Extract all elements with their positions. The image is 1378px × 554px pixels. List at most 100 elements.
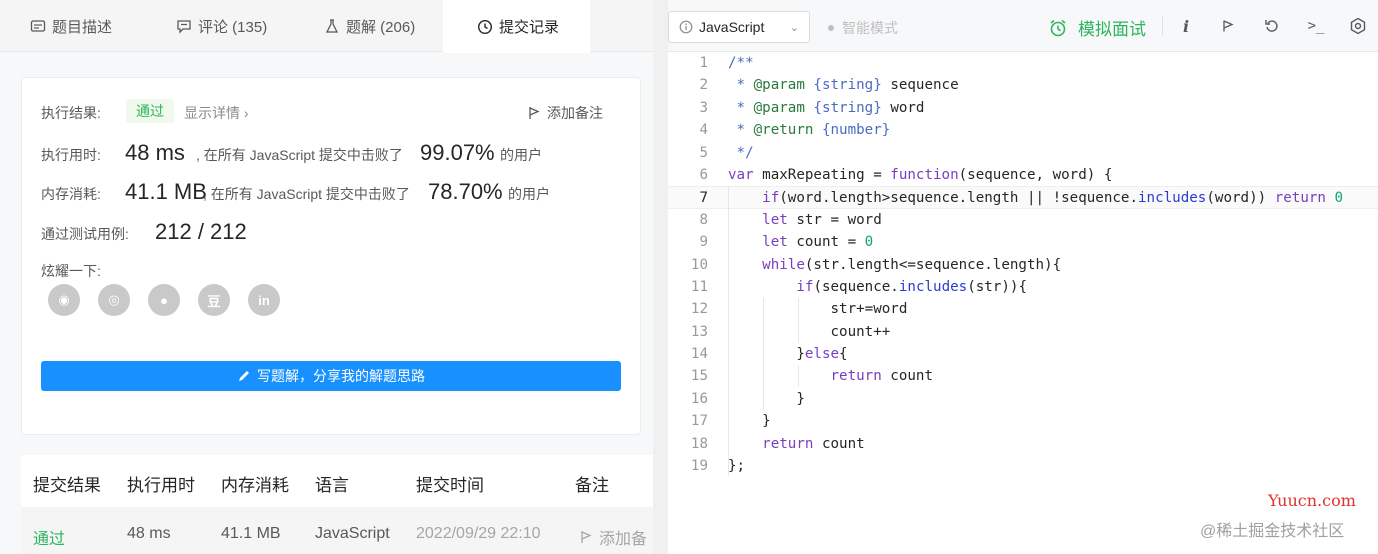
indent-guide — [798, 298, 799, 343]
tests-label: 通过测试用例: — [41, 226, 129, 242]
tab-bar: 题目描述 评论 (135) 题解 (206) 提交记录 — [0, 0, 653, 53]
show-details-link[interactable]: 显示详情 › — [184, 103, 249, 123]
code-line: 3 * @param {string} word — [668, 97, 1378, 119]
flag-icon — [581, 531, 592, 543]
linkedin-icon[interactable]: in — [248, 284, 280, 316]
status-badge: 通过 — [126, 99, 174, 123]
line-number: 16 — [690, 390, 708, 407]
code-line: 1 /** — [668, 52, 1378, 74]
line-number: 2 — [699, 77, 708, 94]
share-label: 炫耀一下: — [41, 263, 101, 279]
run-icon[interactable] — [1218, 16, 1238, 36]
row-time: 2022/09/29 22:10 — [416, 525, 541, 542]
tab-label: 题目描述 — [52, 18, 113, 36]
code-line: 19}; — [668, 455, 1378, 477]
code-text: * @param {string} sequence — [728, 77, 959, 94]
editor-panel: JavaScript ⌄ 智能模式 模拟面试 i >_ 1 /** 2 * @pa… — [668, 0, 1378, 554]
runtime-suffix: 的用户 — [500, 147, 542, 163]
code-line: 5 */ — [668, 142, 1378, 164]
code-text: } — [728, 413, 771, 430]
table-header: 备注 — [575, 476, 609, 495]
row-memory: 41.1 MB — [221, 525, 281, 542]
code-line: 17 } — [668, 410, 1378, 432]
info-icon[interactable]: i — [1176, 16, 1196, 36]
row-runtime: 48 ms — [127, 525, 171, 542]
code-line: 6 var maxRepeating = function(sequence, w… — [668, 164, 1378, 186]
left-panel: 题目描述 评论 (135) 题解 (206) 提交记录 执行结果: 通过 显示详… — [0, 0, 653, 554]
tab-submissions[interactable]: 提交记录 — [443, 0, 590, 53]
tab-comments[interactable]: 评论 (135) — [176, 0, 267, 52]
language-select[interactable]: JavaScript ⌄ — [668, 11, 810, 43]
table-header: 内存消耗 — [221, 476, 289, 495]
qq-icon[interactable]: ● — [148, 284, 180, 316]
code-line: 16 } — [668, 388, 1378, 410]
line-number: 19 — [690, 458, 708, 475]
write-solution-label: 写题解，分享我的解题思路 — [257, 368, 425, 384]
code-text: if(sequence.includes(str)){ — [796, 278, 1027, 295]
line-number: 11 — [690, 278, 708, 295]
reset-icon[interactable] — [1262, 16, 1282, 36]
dot-icon — [828, 25, 834, 31]
line-number: 8 — [699, 211, 708, 228]
indent-guide — [763, 298, 764, 410]
weibo-icon[interactable]: ◎ — [98, 284, 130, 316]
line-number: 17 — [690, 413, 708, 430]
table-header: 语言 — [315, 476, 349, 495]
console-icon[interactable]: >_ — [1306, 16, 1326, 36]
add-note-button[interactable]: 添加备注 — [527, 103, 603, 123]
settings-icon[interactable] — [1348, 16, 1368, 36]
code-line: 11 if(sequence.includes(str)){ — [668, 276, 1378, 298]
code-line: 8 let str = word — [668, 209, 1378, 231]
row-add-note[interactable]: 添加备 — [579, 525, 653, 549]
code-text: }else{ — [728, 346, 848, 363]
submissions-table: 提交结果 执行用时 内存消耗 语言 提交时间 备注 通过 48 ms 41.1 … — [21, 455, 653, 554]
douban-icon[interactable]: 豆 — [198, 284, 230, 316]
code-line: 18 return count — [668, 433, 1378, 455]
mock-interview-label: 模拟面试 — [1078, 20, 1146, 39]
line-number: 4 — [699, 122, 708, 139]
row-status[interactable]: 通过 — [33, 525, 65, 549]
line-number: 1 — [699, 55, 708, 71]
add-note-label: 添加备注 — [547, 105, 603, 121]
runtime-beat-text: , 在所有 JavaScript 提交中击败了 — [196, 147, 403, 163]
mock-interview-button[interactable]: 模拟面试 — [1048, 15, 1146, 40]
code-editor[interactable]: 1 /** 2 * @param {string} sequence 3 * @p… — [668, 52, 1378, 477]
code-line: 4 * @return {number} — [668, 119, 1378, 141]
memory-beat-text: , 在所有 JavaScript 提交中击败了 — [203, 186, 410, 202]
code-line: 12 str+=word — [668, 298, 1378, 320]
share-buttons: ◉ ◎ ● 豆 in — [48, 284, 280, 316]
line-number: 18 — [690, 435, 708, 452]
flag-icon — [529, 107, 540, 119]
info-circle-icon — [679, 20, 693, 34]
editor-toolbar: JavaScript ⌄ 智能模式 模拟面试 i >_ — [668, 0, 1378, 52]
code-text: count++ — [728, 323, 891, 340]
chevron-down-icon: ⌄ — [789, 21, 799, 34]
smart-mode-toggle[interactable]: 智能模式 — [828, 18, 898, 38]
code-text: } — [728, 390, 805, 407]
runtime-value: 48 ms — [125, 140, 185, 165]
code-text: */ — [728, 144, 754, 161]
wechat-icon[interactable]: ◉ — [48, 284, 80, 316]
tab-description[interactable]: 题目描述 — [30, 0, 112, 52]
flask-icon — [325, 19, 339, 33]
alarm-clock-icon — [1050, 19, 1066, 36]
table-header: 提交时间 — [416, 476, 484, 495]
memory-percentile: 78.70% — [428, 179, 503, 204]
clock-icon — [477, 19, 493, 34]
code-text: return count — [762, 435, 865, 452]
code-line: 13 count++ — [668, 321, 1378, 343]
panel-divider[interactable] — [653, 0, 668, 554]
code-line: 9 let count = 0 — [668, 231, 1378, 253]
code-text: str+=word — [728, 301, 908, 318]
tab-solutions[interactable]: 题解 (206) — [324, 0, 415, 52]
code-text: * @return {number} — [728, 122, 891, 139]
code-text: while(str.length<=sequence.length){ — [762, 256, 1062, 273]
code-line: 2 * @param {string} sequence — [668, 74, 1378, 96]
write-solution-button[interactable]: 写题解，分享我的解题思路 — [41, 361, 621, 391]
smart-mode-label: 智能模式 — [842, 20, 898, 36]
code-text: if(word.length>sequence.length || !seque… — [762, 190, 1344, 207]
memory-value: 41.1 MB — [125, 179, 207, 204]
line-number: 10 — [690, 256, 708, 273]
code-text: }; — [728, 458, 746, 475]
comment-icon — [177, 20, 191, 34]
